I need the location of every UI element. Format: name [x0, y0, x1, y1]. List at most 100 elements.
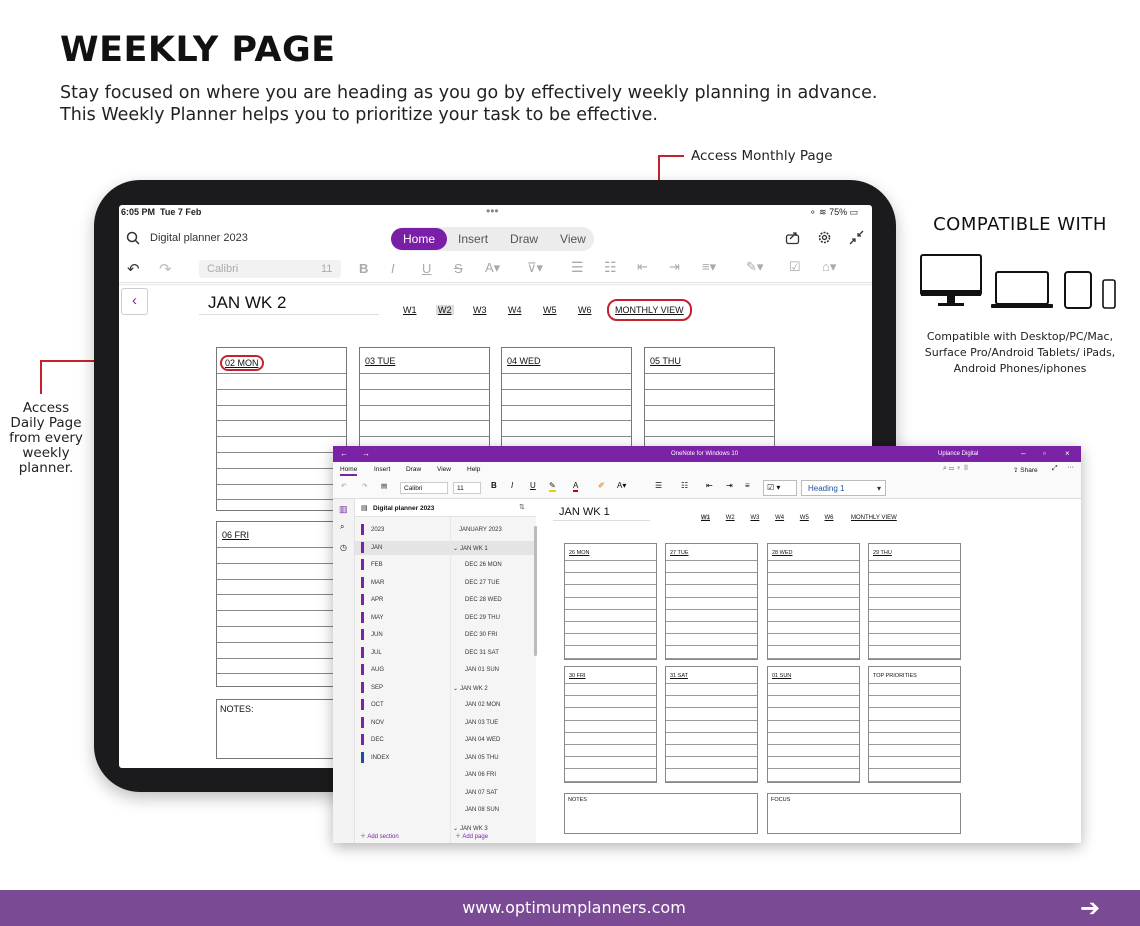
arrow-right-icon[interactable]: ➔ [1080, 894, 1100, 922]
notebook-header[interactable]: ▤ Digital planner 2023 ⇅ [355, 499, 536, 517]
week-link-w6[interactable]: W6 [578, 305, 592, 315]
outdent-icon[interactable]: ⇤ [637, 259, 648, 275]
day-label[interactable]: 26 MON [569, 550, 589, 556]
day-box[interactable]: 01 SUN [767, 666, 860, 783]
day-label[interactable]: 31 SAT [670, 673, 688, 679]
day-label[interactable]: 27 TUE [670, 550, 689, 556]
share-icon[interactable] [785, 230, 800, 245]
italic-icon[interactable]: I [391, 261, 395, 276]
win-tab-view[interactable]: View [437, 466, 451, 473]
week-link-w3[interactable]: W3 [473, 305, 487, 315]
redo-icon[interactable]: ↷ [159, 260, 172, 278]
win-tab-help[interactable]: Help [467, 466, 480, 473]
indent-icon[interactable]: ⇥ [669, 259, 680, 275]
page-item[interactable]: JAN 02 MON [451, 698, 536, 712]
redo-icon[interactable]: ↷ [362, 482, 367, 490]
minimize-icon[interactable]: – [1021, 449, 1025, 458]
week-link-w5[interactable]: W5 [543, 305, 557, 315]
collapse-icon[interactable] [849, 230, 864, 245]
strikethrough-icon[interactable]: S [454, 261, 463, 276]
bold-icon[interactable]: B [359, 261, 368, 276]
win-tab-insert[interactable]: Insert [374, 466, 390, 473]
tab-insert[interactable]: Insert [447, 232, 499, 246]
tab-view[interactable]: View [549, 232, 597, 246]
ribbon-icons[interactable]: ⌕ ▭ ♀ ▯ [943, 465, 969, 473]
italic-icon[interactable]: I [511, 481, 513, 490]
bullets-icon[interactable]: ☰ [655, 481, 662, 490]
back-arrow-icon[interactable]: ← [340, 449, 348, 458]
numbering-icon[interactable]: ☷ [604, 259, 617, 276]
tab-draw[interactable]: Draw [499, 232, 549, 246]
page-item[interactable]: JAN 07 SAT [451, 786, 536, 800]
win-tab-home[interactable]: Home [340, 466, 358, 476]
section-tab[interactable]: MAY [355, 611, 450, 625]
undo-icon[interactable]: ↶ [341, 482, 346, 490]
day-link[interactable]: 06 FRI [222, 530, 249, 540]
section-tab[interactable]: JUL [355, 646, 450, 660]
day-label[interactable]: 28 WED [772, 550, 792, 556]
section-tab[interactable]: MAR [355, 576, 450, 590]
search-icon[interactable] [126, 231, 140, 245]
indent-icon[interactable]: ⇥ [726, 481, 733, 490]
recent-icon[interactable]: ◷ [340, 543, 347, 552]
page-item[interactable]: DEC 31 SAT [451, 646, 536, 660]
day-link[interactable]: 04 WED [507, 356, 541, 366]
align-icon[interactable]: ≡▾ [702, 259, 716, 275]
page-item[interactable]: DEC 27 TUE [451, 576, 536, 590]
clipboard-icon[interactable]: ▤ [381, 482, 387, 490]
day-box[interactable]: 06 FRI [216, 521, 347, 687]
font-color-icon[interactable]: A▾ [485, 260, 500, 276]
section-tab[interactable]: 2023 [355, 523, 450, 537]
week-link-w4[interactable]: W4 [508, 305, 522, 315]
checkbox-icon[interactable]: ☑ [789, 259, 801, 275]
monthly-view-link[interactable]: MONTHLY VIEW [607, 299, 692, 321]
account-name[interactable]: Uplance Digital [938, 451, 978, 457]
page-item[interactable]: JAN 06 FRI [451, 768, 536, 782]
numbering-icon[interactable]: ☷ [681, 481, 688, 490]
day-label[interactable]: 30 FRI [569, 673, 586, 679]
tab-home[interactable]: Home [391, 228, 448, 250]
highlight-icon[interactable]: ✎ [549, 481, 556, 492]
day-box[interactable]: 31 SAT [665, 666, 758, 783]
notes-box[interactable]: NOTES: [216, 699, 347, 759]
styles-icon[interactable]: A▾ [617, 481, 626, 490]
page-item[interactable]: DEC 29 THU [451, 611, 536, 625]
font-color-icon[interactable]: A [573, 481, 579, 492]
search-icon[interactable]: ⌕ [340, 522, 344, 532]
forward-arrow-icon[interactable]: → [362, 449, 370, 458]
page-item[interactable]: JAN 03 TUE [451, 716, 536, 730]
todo-tag-icon[interactable]: ☑ ▾ [763, 480, 797, 496]
more-icon[interactable]: ··· [1067, 464, 1074, 471]
maximize-icon[interactable]: ▫ [1043, 449, 1046, 458]
spelling-icon[interactable]: ✎▾ [746, 259, 763, 275]
size-picker[interactable]: 11 [453, 482, 481, 494]
section-tab[interactable]: AUG [355, 663, 450, 677]
gear-icon[interactable] [817, 230, 832, 245]
font-picker[interactable]: Calibri [400, 482, 448, 494]
day-link[interactable]: 02 MON [220, 355, 264, 371]
section-tab[interactable]: OCT [355, 698, 450, 712]
close-icon[interactable]: × [1065, 449, 1070, 458]
notes-box[interactable]: NOTES [564, 793, 758, 834]
section-tab[interactable]: NOV [355, 716, 450, 730]
share-button[interactable]: ⇪ Share [1013, 466, 1038, 474]
day-box[interactable]: TOP PRIORITIES [868, 666, 961, 783]
section-tab[interactable]: DEC [355, 733, 450, 747]
section-tab[interactable]: SEP [355, 681, 450, 695]
page-item[interactable]: JAN 05 THU [451, 751, 536, 765]
undo-icon[interactable]: ↶ [127, 260, 140, 278]
day-box[interactable]: 28 WED [767, 543, 860, 660]
day-box[interactable]: 29 THU [868, 543, 961, 660]
page-item[interactable]: ⌄ JAN WK 2 [451, 681, 536, 695]
page-item[interactable]: ⌄ JAN WK 1 [451, 540, 536, 555]
add-section-button[interactable]: ＋ Add section [360, 831, 399, 840]
day-label[interactable]: TOP PRIORITIES [873, 673, 917, 679]
page-item[interactable]: JAN 08 SUN [451, 803, 536, 817]
day-label[interactable]: 29 THU [873, 550, 892, 556]
page-item[interactable]: DEC 28 WED [451, 593, 536, 607]
page-item[interactable]: DEC 30 FRI [451, 628, 536, 642]
day-box[interactable]: 30 FRI [564, 666, 657, 783]
day-link[interactable]: 05 THU [650, 356, 681, 366]
sort-icon[interactable]: ⇅ [519, 503, 525, 511]
section-tab[interactable]: JAN [355, 540, 450, 555]
